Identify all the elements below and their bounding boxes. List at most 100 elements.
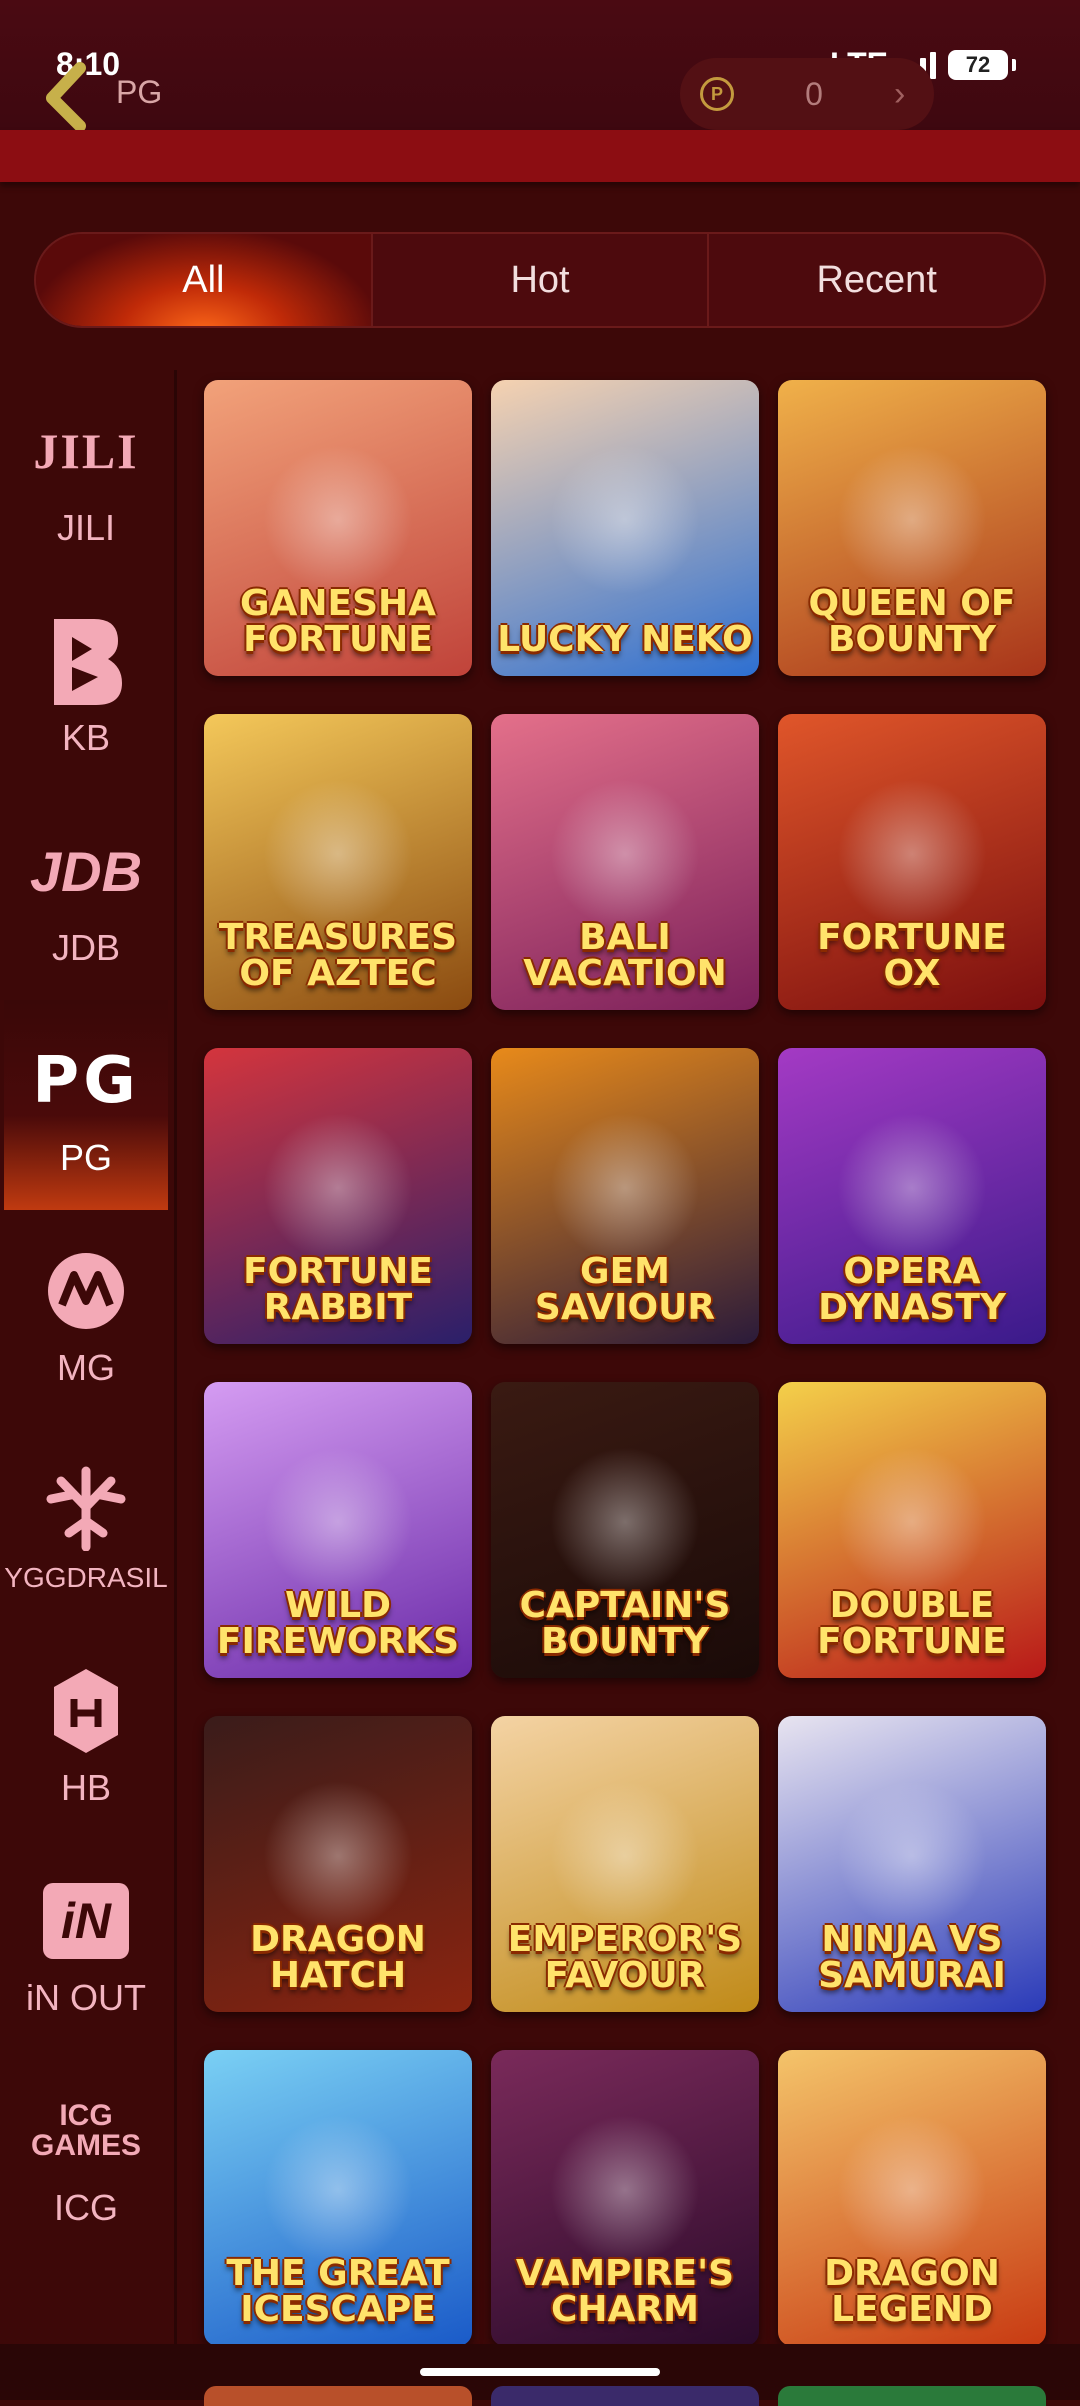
provider-item-kb[interactable]: KB [0,580,172,790]
game-card[interactable]: FORTUNE RABBIT [204,1048,472,1344]
sidebar-divider [174,370,177,2400]
provider-item-icg[interactable]: ICG GAMES ICG [0,2050,172,2260]
game-card[interactable]: VAMPIRE'S CHARM [491,2050,759,2346]
character-art [837,1447,987,1598]
back-button[interactable] [40,60,100,132]
icg-logo-icon: ICG GAMES [30,2099,141,2162]
game-card[interactable]: GEM SAVIOUR [491,1048,759,1344]
hb-logo-icon [50,1661,122,1761]
provider-item-mg[interactable]: MG [0,1210,172,1420]
game-card[interactable]: NINJA VS SAMURAI [778,1716,1046,2012]
game-card[interactable]: FORTUNE OX [778,714,1046,1010]
provider-item-jdb[interactable]: JDB JDB [0,790,172,1000]
game-title: DRAGON HATCH [250,1919,426,1996]
game-title: FORTUNE OX [817,917,1007,994]
partial-game-card[interactable] [778,2386,1046,2406]
game-title: WILD FIREWORKS [216,1585,460,1662]
character-art [550,2115,700,2266]
category-tabs: All Hot Recent [34,232,1046,328]
tab-recent[interactable]: Recent [707,234,1044,326]
character-art [263,779,413,930]
mg-logo-icon [46,1241,126,1341]
character-art [550,1113,700,1264]
provider-label: KB [61,717,111,758]
character-art [837,1113,987,1264]
character-art [263,2115,413,2266]
character-art [550,779,700,930]
provider-label: MG [57,1347,115,1388]
kb-logo-icon [46,611,126,711]
character-art [837,779,987,930]
game-grid: GANESHA FORTUNE LUCKY NEKO QUEEN OF BOUNTY… [204,380,1048,2346]
game-title: GEM SAVIOUR [534,1251,716,1328]
provider-item-pg[interactable]: PG PG [4,1000,168,1210]
game-title: EMPEROR'S FAVOUR [507,1919,743,1996]
character-art [550,1781,700,1932]
game-card[interactable]: DOUBLE FORTUNE [778,1382,1046,1678]
game-title: LUCKY NEKO [497,619,753,660]
game-card[interactable]: LUCKY NEKO [491,380,759,676]
game-card[interactable]: WILD FIREWORKS [204,1382,472,1678]
pg-logo-icon: PG [32,1044,140,1118]
game-card[interactable]: CAPTAIN'S BOUNTY [491,1382,759,1678]
provider-item-jili[interactable]: JILI JILI [0,370,172,580]
page-title: PG [116,74,163,110]
provider-label: PG [59,1137,112,1178]
game-title: NINJA VS SAMURAI [818,1919,1006,1996]
coin-icon: P [700,77,734,111]
game-title: TREASURES OF AZTEC [218,917,458,994]
battery-icon: 72 [948,49,1008,80]
game-title: FORTUNE RABBIT [243,1251,433,1328]
game-card[interactable]: THE GREAT ICESCAPE [204,2050,472,2346]
character-art [550,445,700,596]
balance-pill[interactable]: P 0 › [680,58,934,130]
provider-label: JILI [56,507,116,548]
provider-label: HB [60,1767,111,1808]
header-banner-bar [0,130,1080,182]
game-title: BALI VACATION [523,917,727,994]
provider-label: iN OUT [26,1977,146,2018]
game-title: CAPTAIN'S BOUNTY [519,1585,731,1662]
game-card[interactable]: OPERA DYNASTY [778,1048,1046,1344]
character-art [837,2115,987,2266]
game-title: GANESHA FORTUNE [239,583,437,660]
provider-sidebar: JILI JILI KB JDB JDB PG PG MG YGGDRASIL … [0,370,172,2260]
chevron-right-icon: › [894,74,906,113]
game-card[interactable]: EMPEROR'S FAVOUR [491,1716,759,2012]
game-title: OPERA DYNASTY [818,1251,1006,1328]
game-title: QUEEN OF BOUNTY [808,583,1016,660]
provider-item-hb[interactable]: HB [0,1630,172,1840]
character-art [263,1447,413,1598]
provider-label: ICG [53,2187,118,2228]
tab-hot[interactable]: Hot [370,234,708,326]
game-card[interactable]: TREASURES OF AZTEC [204,714,472,1010]
character-art [550,1447,700,1598]
partial-game-card[interactable] [491,2386,759,2406]
character-art [837,445,987,596]
game-card[interactable]: BALI VACATION [491,714,759,1010]
game-card[interactable]: DRAGON LEGEND [778,2050,1046,2346]
app-header: 8:10 LTE 72 PG P 0 › [0,0,1080,132]
provider-label: YGGDRASIL [4,1562,168,1593]
provider-item-inout[interactable]: iN iN OUT [0,1840,172,2050]
character-art [837,1781,987,1932]
game-card[interactable]: DRAGON HATCH [204,1716,472,2012]
back-arrow-icon [46,62,86,132]
inout-logo-icon: iN [43,1871,129,1971]
game-title: DRAGON LEGEND [824,2253,1000,2330]
provider-item-yggdrasil[interactable]: YGGDRASIL [0,1420,172,1630]
battery-tip [1012,58,1016,71]
provider-label: JDB [51,927,120,968]
game-card[interactable]: QUEEN OF BOUNTY [778,380,1046,676]
yggdrasil-tree-icon [41,1456,131,1556]
game-card[interactable]: GANESHA FORTUNE [204,380,472,676]
home-indicator[interactable] [420,2368,660,2376]
tab-all[interactable]: All [36,234,371,326]
balance-value: 0 [805,75,823,112]
game-title: VAMPIRE'S CHARM [515,2253,735,2330]
character-art [263,445,413,596]
partial-game-card[interactable] [204,2386,472,2406]
character-art [263,1113,413,1264]
jili-logo-icon: JILI [33,423,139,479]
game-title: DOUBLE FORTUNE [817,1585,1007,1662]
